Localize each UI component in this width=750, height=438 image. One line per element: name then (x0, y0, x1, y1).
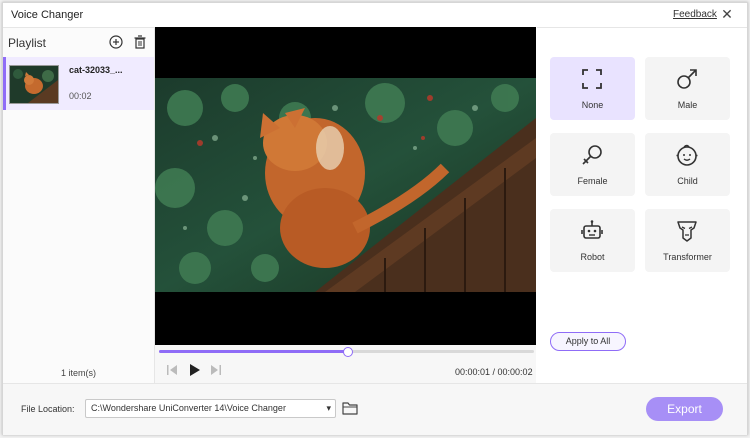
progress-handle[interactable] (342, 347, 353, 357)
effect-label: Robot (580, 252, 605, 262)
effect-label: Male (677, 100, 698, 110)
next-icon[interactable] (209, 363, 223, 377)
playlist-item-duration: 00:02 (69, 91, 92, 101)
voice-effects-panel: None Male Female Child Robot Transformer… (537, 27, 747, 384)
effect-none[interactable]: None (550, 57, 635, 120)
none-frame-icon (582, 69, 602, 89)
effect-label: Female (577, 176, 608, 186)
time-display: 00:00:01 / 00:00:02 (455, 367, 533, 377)
male-icon (677, 69, 697, 89)
playlist-panel: Playlist cat-32033_... 00:02 1 item(s) (3, 27, 155, 384)
female-icon (582, 145, 602, 165)
effect-transformer[interactable]: Transformer (645, 209, 730, 272)
file-location-value: C:\Wondershare UniConverter 14\Voice Cha… (91, 403, 286, 413)
window-title: Voice Changer (11, 9, 84, 21)
chevron-down-icon[interactable]: ▾ (326, 403, 331, 414)
selected-indicator (3, 57, 6, 110)
file-location-select[interactable]: C:\Wondershare UniConverter 14\Voice Cha… (85, 399, 336, 418)
effect-robot[interactable]: Robot (550, 209, 635, 272)
playlist-title: Playlist (8, 36, 47, 50)
play-icon[interactable] (187, 363, 201, 377)
playlist-item[interactable]: cat-32033_... 00:02 (3, 57, 154, 110)
title-bar: Voice Changer Feedback ✕ (3, 3, 747, 27)
progress-track[interactable] (159, 347, 534, 357)
voice-changer-window: Voice Changer Feedback ✕ Playlist cat-32… (2, 2, 748, 435)
previous-icon[interactable] (165, 363, 179, 377)
effect-label: Transformer (663, 252, 712, 262)
video-thumbnail (9, 65, 59, 104)
add-circle-icon[interactable] (109, 35, 123, 49)
footer-bar: File Location: C:\Wondershare UniConvert… (3, 383, 747, 435)
effect-child[interactable]: Child (645, 133, 730, 196)
video-preview[interactable] (155, 27, 536, 345)
effect-male[interactable]: Male (645, 57, 730, 120)
export-button[interactable]: Export (646, 397, 723, 421)
trash-icon[interactable] (133, 35, 147, 49)
player-controls: 00:00:01 / 00:00:02 (155, 345, 536, 383)
effect-label: None (581, 100, 604, 110)
transformer-icon (677, 221, 697, 242)
effect-label: Child (677, 176, 698, 186)
video-frame (155, 78, 536, 292)
item-count: 1 item(s) (60, 368, 96, 378)
child-icon (676, 144, 698, 166)
folder-icon[interactable] (342, 401, 358, 415)
feedback-link[interactable]: Feedback (673, 9, 717, 20)
close-icon[interactable]: ✕ (719, 6, 735, 22)
effect-female[interactable]: Female (550, 133, 635, 196)
apply-to-all-button[interactable]: Apply to All (550, 332, 626, 351)
playlist-item-name: cat-32033_... (69, 65, 123, 75)
robot-icon (581, 220, 603, 239)
file-location-label: File Location: (21, 404, 75, 414)
progress-fill (159, 350, 347, 353)
